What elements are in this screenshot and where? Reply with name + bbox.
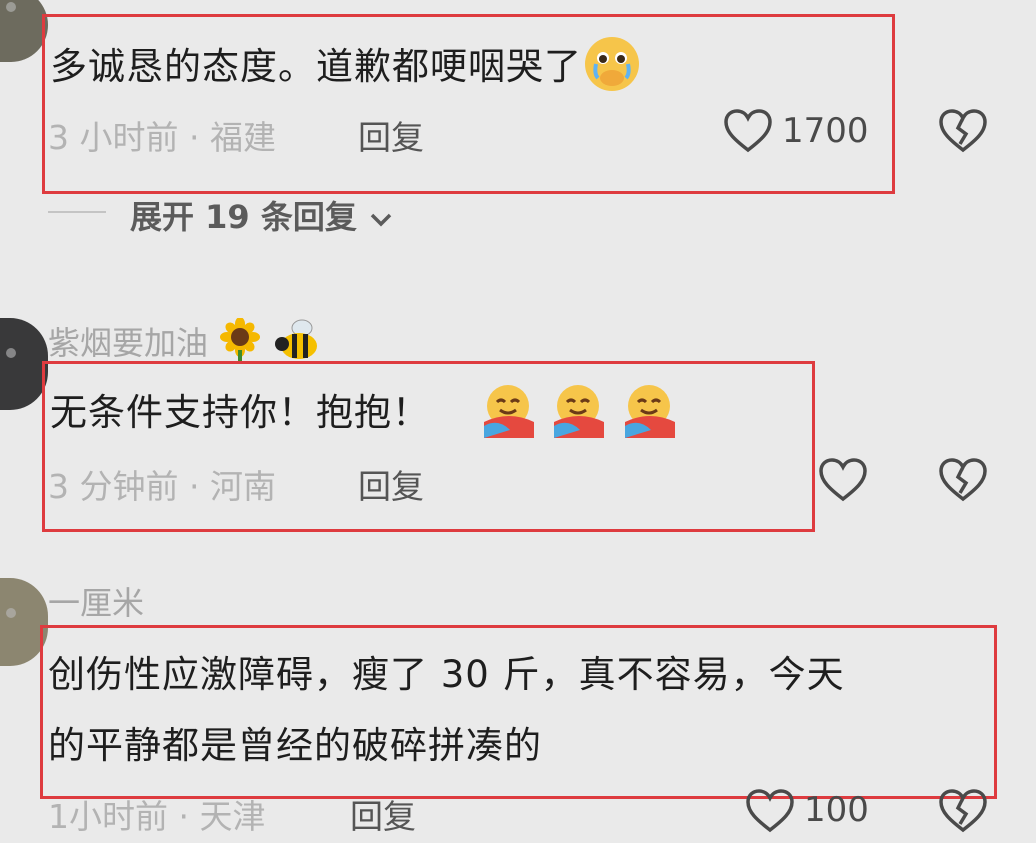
heart-outline-icon[interactable] — [745, 788, 795, 834]
broken-heart-icon[interactable] — [938, 108, 988, 154]
cry-face-emoji — [582, 34, 642, 103]
heart-outline-icon[interactable] — [723, 108, 773, 154]
comment-text-line2: 的平静都是曾经的破碎拼凑的 — [48, 724, 542, 767]
divider — [48, 211, 106, 213]
broken-heart-icon[interactable] — [938, 788, 988, 834]
avatar[interactable] — [0, 0, 48, 62]
comment-meta: 3 小时前 · 福建 — [48, 118, 276, 157]
like-count: 1700 — [782, 111, 869, 151]
chevron-down-icon — [370, 213, 392, 227]
comment-text-line1: 创伤性应激障碍，瘦了 30 斤，真不容易，今天 — [48, 653, 845, 696]
comment-meta: 3 分钟前 · 河南 — [48, 467, 276, 506]
expand-replies-button[interactable]: 展开 19 条回复 — [130, 192, 394, 238]
reply-button[interactable]: 回复 — [350, 790, 416, 838]
reply-button[interactable]: 回复 — [358, 111, 424, 159]
avatar[interactable] — [0, 318, 48, 410]
broken-heart-icon[interactable] — [938, 457, 988, 503]
hug-face-emoji — [550, 382, 608, 447]
comment-text: 无条件支持你！抱抱！ — [50, 382, 679, 447]
hug-face-emoji — [621, 382, 679, 447]
username[interactable]: 一厘米 — [48, 578, 144, 624]
hug-face-emoji — [480, 382, 538, 447]
like-count: 100 — [804, 790, 869, 830]
reply-button[interactable]: 回复 — [358, 460, 424, 508]
heart-outline-icon[interactable] — [818, 457, 868, 503]
comment-meta: 1小时前 · 天津 — [48, 797, 266, 836]
comment-text: 多诚恳的态度。道歉都哽咽哭了 — [50, 34, 642, 103]
